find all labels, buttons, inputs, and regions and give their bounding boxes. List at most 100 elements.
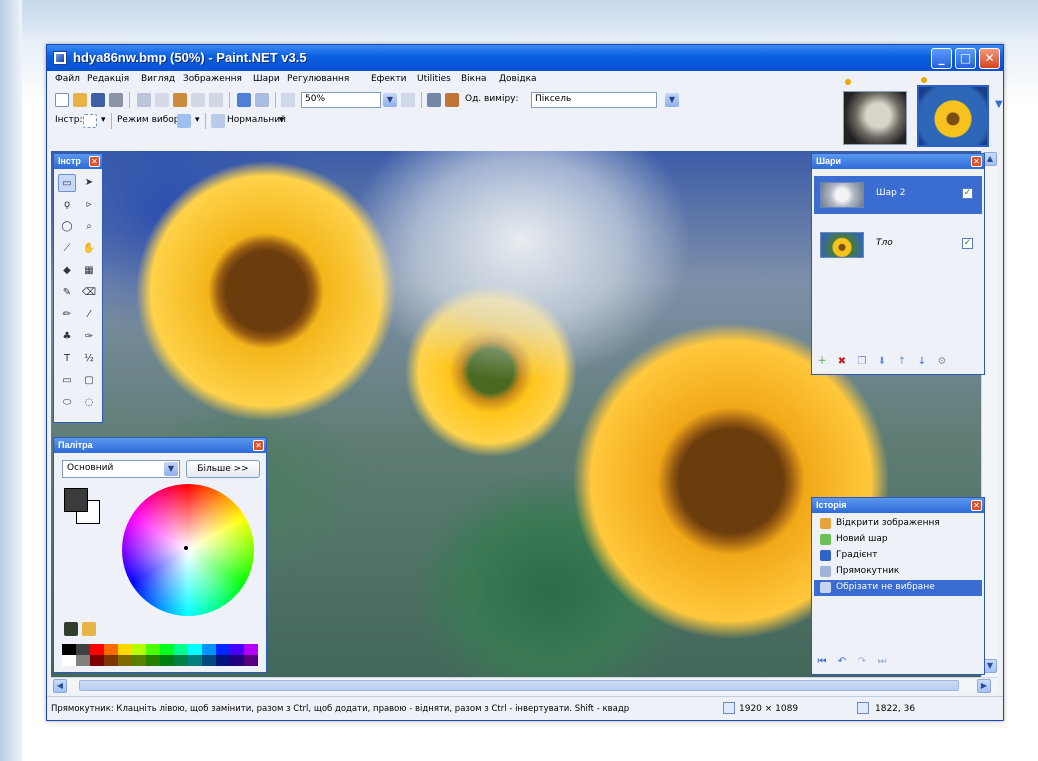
blend-mode-icon[interactable]	[211, 114, 225, 128]
line-curve-tool-icon[interactable]: ½	[80, 350, 98, 368]
move-selection-tool-icon[interactable]: ➤	[80, 174, 98, 192]
zoom-in-icon[interactable]	[401, 93, 415, 107]
horizontal-scroll-thumb[interactable]	[79, 680, 959, 691]
history-item[interactable]: Прямокутник	[814, 564, 982, 580]
pencil-tool-icon[interactable]: ✏	[58, 306, 76, 324]
primary-color-swatch[interactable]	[64, 488, 88, 512]
menu-image[interactable]: Зображення	[183, 74, 242, 84]
layers-panel-title[interactable]: Шари	[812, 154, 984, 169]
palette-swatch[interactable]	[202, 655, 216, 666]
history-redo-icon[interactable]: ↷	[856, 656, 868, 668]
palette-swatch[interactable]	[230, 655, 244, 666]
units-dropdown-icon[interactable]: ▼	[665, 93, 679, 107]
duplicate-layer-icon[interactable]: ❐	[856, 356, 868, 368]
palette-swatch[interactable]	[160, 644, 174, 655]
open-file-icon[interactable]	[73, 93, 87, 107]
palette-mode-dropdown-icon[interactable]: ▼	[164, 462, 178, 476]
history-undo-icon[interactable]: ↶	[836, 656, 848, 668]
rounded-rectangle-tool-icon[interactable]: ▢	[80, 372, 98, 390]
menu-help[interactable]: Довідка	[499, 74, 537, 84]
cut-icon[interactable]	[137, 93, 151, 107]
palette-swatch[interactable]	[146, 655, 160, 666]
image-thumbnail-cat[interactable]	[843, 91, 907, 145]
merge-layer-icon[interactable]: ⬇	[876, 356, 888, 368]
palette-swatch[interactable]	[188, 655, 202, 666]
tools-panel-close-icon[interactable]: ✕	[89, 156, 100, 167]
palette-options-icon[interactable]	[82, 622, 96, 636]
menu-view[interactable]: Вигляд	[141, 74, 175, 84]
scroll-left-icon[interactable]: ◀	[53, 679, 67, 693]
palette-swatch[interactable]	[230, 644, 244, 655]
grid-icon[interactable]	[427, 93, 441, 107]
palette-panel-title[interactable]: Палітра	[54, 438, 266, 453]
palette-swatch[interactable]	[244, 655, 258, 666]
palette-swatch[interactable]	[62, 644, 76, 655]
tool-dropdown-arrow[interactable]: ▾	[101, 115, 106, 125]
palette-swatch[interactable]	[104, 644, 118, 655]
lasso-tool-icon[interactable]: ϙ	[58, 196, 76, 214]
zoom-dropdown-icon[interactable]: ▼	[383, 93, 397, 107]
rulers-icon[interactable]	[445, 93, 459, 107]
layer-visibility-checkbox[interactable]: ✓	[962, 238, 973, 249]
palette-swatch[interactable]	[90, 644, 104, 655]
clone-stamp-tool-icon[interactable]: ♣	[58, 328, 76, 346]
ellipse-tool-icon[interactable]: ⬭	[58, 394, 76, 412]
history-item[interactable]: Новий шар	[814, 532, 982, 548]
palette-swatch[interactable]	[118, 655, 132, 666]
menu-edit[interactable]: Редакція	[87, 74, 129, 84]
title-bar[interactable]: hdya86nw.bmp (50%) - Paint.NET v3.5 _ □ …	[47, 45, 1003, 71]
close-button[interactable]: ✕	[979, 48, 1000, 69]
color-wheel[interactable]	[122, 484, 254, 616]
layer-row-background[interactable]: Тло ✓	[814, 226, 982, 264]
copy-icon[interactable]	[155, 93, 169, 107]
palette-swatch[interactable]	[244, 644, 258, 655]
delete-layer-icon[interactable]: ✖	[836, 356, 848, 368]
layer-down-icon[interactable]: ↓	[916, 356, 928, 368]
selection-mode-icon[interactable]	[177, 114, 191, 128]
blend-mode-value[interactable]: Нормальний	[227, 115, 286, 125]
layer-visibility-checkbox[interactable]: ✓	[962, 188, 973, 199]
zoom-tool-icon[interactable]: ⌕	[80, 218, 98, 236]
minimize-button[interactable]: _	[931, 48, 952, 69]
redo-icon[interactable]	[255, 93, 269, 107]
scroll-down-icon[interactable]: ▼	[983, 659, 997, 673]
palette-panel-close-icon[interactable]: ✕	[253, 440, 264, 451]
layer-row-shar2[interactable]: Шар 2 ✓	[814, 176, 982, 214]
pan-tool-icon[interactable]: ✋	[80, 240, 98, 258]
paint-bucket-tool-icon[interactable]: ◆	[58, 262, 76, 280]
scroll-up-icon[interactable]: ▲	[983, 152, 997, 166]
maximize-button[interactable]: □	[955, 48, 976, 69]
print-icon[interactable]	[109, 93, 123, 107]
thumbnail-scroll-icon[interactable]: ▼	[995, 99, 1003, 129]
add-layer-icon[interactable]: ＋	[816, 356, 828, 368]
layer-up-icon[interactable]: ↑	[896, 356, 908, 368]
paste-icon[interactable]	[173, 93, 187, 107]
palette-swatch[interactable]	[118, 644, 132, 655]
recolor-tool-icon[interactable]: ✑	[80, 328, 98, 346]
save-icon[interactable]	[91, 93, 105, 107]
crop-to-selection-icon[interactable]	[191, 93, 205, 107]
paintbrush-tool-icon[interactable]: ✎	[58, 284, 76, 302]
menu-layers[interactable]: Шари	[253, 74, 280, 84]
history-panel-title[interactable]: Історія	[812, 498, 984, 513]
menu-utilities[interactable]: Utilities	[417, 74, 451, 84]
history-last-icon[interactable]: ⏭	[876, 656, 888, 668]
zoom-field[interactable]: 50%	[301, 92, 381, 108]
eraser-tool-icon[interactable]: ⌫	[80, 284, 98, 302]
image-thumbnail-sunflowers[interactable]	[917, 85, 989, 147]
palette-swatch[interactable]	[202, 644, 216, 655]
rectangle-select-tool-icon[interactable]	[83, 114, 97, 128]
palette-swatch[interactable]	[132, 655, 146, 666]
palette-swatch[interactable]	[216, 644, 230, 655]
palette-swatch[interactable]	[188, 644, 202, 655]
history-panel-close-icon[interactable]: ✕	[971, 500, 982, 511]
deselect-icon[interactable]	[209, 93, 223, 107]
palette-mode-select[interactable]: Основний	[62, 460, 180, 478]
palette-more-button[interactable]: Більше >>	[186, 460, 260, 478]
palette-color-preview-icon[interactable]	[64, 622, 78, 636]
palette-swatch[interactable]	[104, 655, 118, 666]
selection-mode-dropdown-arrow[interactable]: ▾	[195, 115, 200, 125]
palette-swatch[interactable]	[76, 655, 90, 666]
history-first-icon[interactable]: ⏮	[816, 656, 828, 668]
menu-effects[interactable]: Ефекти	[371, 74, 406, 84]
